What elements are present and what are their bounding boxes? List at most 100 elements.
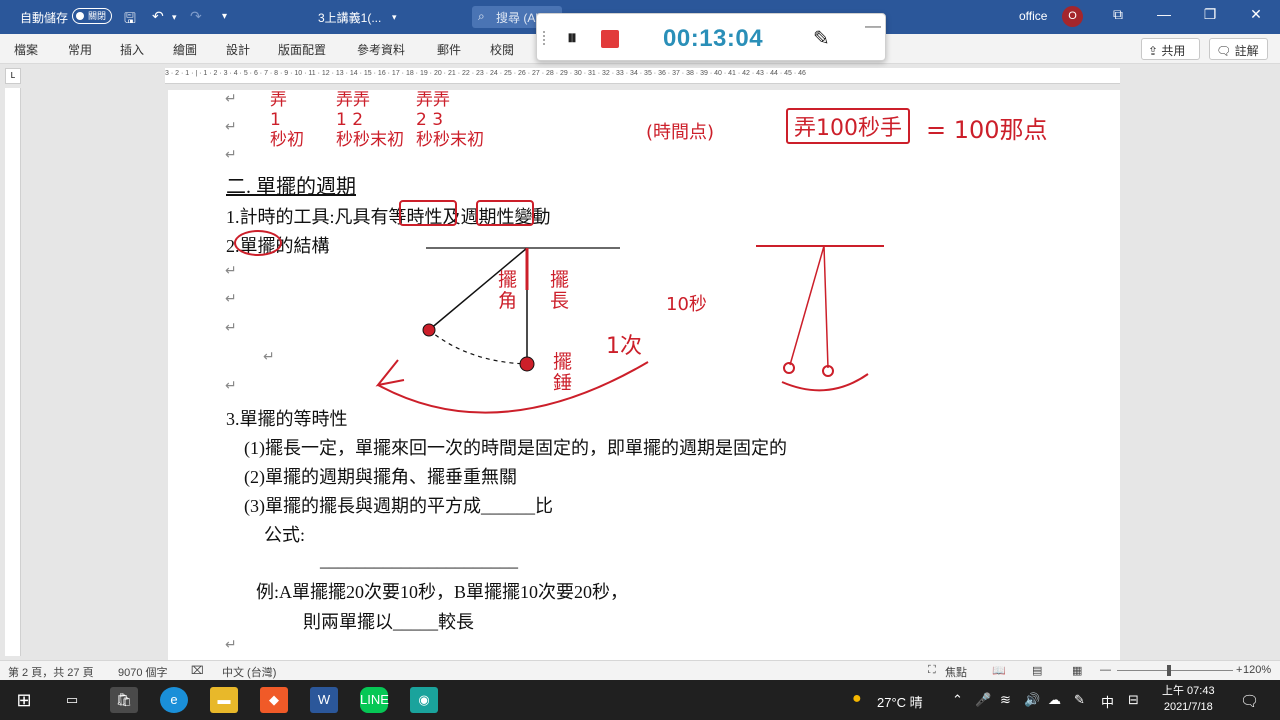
share-button[interactable]: ⇪ 共用 (1141, 38, 1200, 60)
document-title[interactable]: 3上講義1(... (318, 9, 381, 26)
ribbon-display-icon[interactable]: ⧉ (1106, 6, 1130, 23)
tab-references[interactable]: 參考資料 (357, 41, 405, 58)
comment-label: 註解 (1234, 44, 1259, 58)
paragraph-mark: ↵ (225, 636, 237, 652)
comment-icon: 🗨 (1216, 44, 1235, 58)
tab-mailings[interactable]: 郵件 (437, 41, 461, 58)
word-window: 自動儲存 關閉 🖫 ↶ ▾ ↷ ▾ 3上講義1(... ▾ ⌕ 搜尋 (Alt+… (0, 0, 1280, 720)
notification-icon[interactable]: 🗨 (1240, 692, 1259, 710)
ink-second-string-b (823, 245, 829, 369)
account-name[interactable]: office (1019, 9, 1047, 23)
doc-item-2: (2)單擺的週期與擺角、擺垂重無關 (244, 467, 517, 487)
tab-insert[interactable]: 插入 (120, 41, 144, 58)
ink-arrow (375, 359, 405, 387)
doc-item-3: (3)單擺的擺長與週期的平方成______比 (244, 496, 553, 516)
tab-layout[interactable]: 版面配置 (278, 41, 326, 58)
tab-file[interactable]: 檔案 (14, 41, 38, 58)
tab-draw[interactable]: 繪圖 (173, 41, 197, 58)
tray-overflow-icon[interactable]: ⌃ (952, 692, 963, 708)
pendulum-path-dashed (428, 329, 528, 365)
redo-icon[interactable]: ↷ (190, 8, 202, 25)
microphone-icon[interactable]: 🎤 (975, 692, 991, 708)
system-clock[interactable]: 上午 07:43 2021/7/18 (1162, 683, 1215, 715)
focus-icon[interactable]: ⛶ (928, 664, 936, 677)
edge-icon[interactable]: e (160, 687, 188, 713)
horizontal-ruler[interactable]: 3 · 2 · 1 · | · 1 · 2 · 3 · 4 · 5 · 6 · … (165, 68, 1120, 84)
weather-text[interactable]: 27°C 晴 (877, 692, 923, 711)
zoom-level[interactable]: 120% (1243, 664, 1271, 676)
ink-second-bob-a (783, 362, 795, 374)
undo-dropdown-icon[interactable]: ▾ (172, 12, 177, 23)
focus-label[interactable]: 焦點 (945, 664, 967, 680)
word-count[interactable]: 9070 個字 (118, 664, 168, 680)
tab-design[interactable]: 設計 (226, 41, 250, 58)
file-explorer-icon[interactable]: ▬ (210, 687, 238, 713)
zoom-in-icon[interactable]: + (1236, 664, 1242, 676)
line-icon[interactable]: LINE (360, 687, 389, 713)
vertical-ruler[interactable] (5, 88, 21, 656)
zoom-slider-thumb[interactable] (1167, 665, 1171, 676)
ink-label-length: 擺長 (550, 269, 570, 312)
title-dropdown-icon[interactable]: ▾ (392, 12, 397, 23)
customize-toolbar-icon[interactable]: ▾ (222, 11, 227, 22)
minimize-icon[interactable]: — (1152, 6, 1176, 22)
recorder-app-icon[interactable]: ◉ (410, 687, 438, 713)
formula-blank: ______________________ (320, 550, 518, 570)
start-icon[interactable]: ⊞ (10, 687, 38, 713)
pen-tray-icon[interactable]: ✎ (1074, 692, 1085, 708)
ink-label-once: 1次 (606, 334, 642, 359)
tab-home[interactable]: 常用 (68, 41, 92, 58)
stop-recording-button[interactable] (601, 30, 619, 48)
ink-label-10s: 10秒 (666, 294, 707, 315)
ime-indicator[interactable]: 中 (1101, 692, 1114, 711)
zoom-slider[interactable] (1117, 670, 1233, 671)
ink-second-string-a (789, 245, 825, 366)
ink-swing-arc (377, 361, 649, 414)
restore-icon[interactable]: ❐ (1198, 6, 1222, 23)
doc-item-1: (1)擺長一定，單擺來回一次的時間是固定的，即單擺的週期是固定的 (244, 438, 787, 458)
language-indicator[interactable]: 中文 (台灣) (222, 664, 276, 680)
word-icon[interactable]: W (310, 687, 338, 713)
tab-selector[interactable]: L (5, 68, 21, 84)
ime-mode-icon[interactable]: ⊟ (1128, 692, 1139, 708)
volume-icon[interactable]: 🔊 (1024, 692, 1040, 708)
recording-timer: 00:13:04 (663, 25, 764, 52)
comments-button[interactable]: 🗨 註解 (1209, 38, 1268, 60)
status-bar: 第 2 頁，共 27 頁 9070 個字 ⌧ 中文 (台灣) ⛶ 焦點 📖 ▤ … (0, 660, 1280, 680)
autosave-toggle[interactable]: 關閉 (72, 8, 112, 24)
pen-icon[interactable]: ✎ (813, 26, 830, 51)
clock-date: 2021/7/18 (1163, 701, 1213, 713)
screen-recorder-bar: ⏸ 00:13:04 ✎ — (536, 13, 886, 61)
document-page[interactable]: 弄 1 秒初 弄弄 1 2 秒秒末初 弄弄 2 3 秒秒末初 (時間点) 弄100秒手 = … (168, 90, 1120, 660)
pause-icon[interactable]: ⏸ (567, 27, 577, 50)
avatar[interactable]: O (1062, 6, 1083, 27)
pendulum-diagram (375, 245, 884, 414)
save-icon[interactable]: 🖫 (124, 8, 136, 32)
task-view-icon[interactable]: ▭ (58, 687, 86, 713)
proofing-icon[interactable]: ⌧ (191, 664, 204, 677)
brave-icon[interactable]: ◆ (260, 687, 288, 713)
page-count[interactable]: 第 2 頁，共 27 頁 (8, 664, 94, 680)
zoom-out-icon[interactable]: — (1100, 664, 1111, 676)
store-icon[interactable]: 🛍 (110, 687, 138, 713)
drag-handle[interactable] (543, 31, 547, 45)
web-layout-icon[interactable]: ▦ (1072, 664, 1082, 677)
ruler-numbers: 3 · 2 · 1 · | · 1 · 2 · 3 · 4 · 5 · 6 · … (165, 70, 806, 77)
undo-icon[interactable]: ↶ (152, 8, 164, 25)
doc-example-2: 則兩單擺以_____較長 (303, 612, 474, 632)
ink-second-arc (781, 373, 869, 392)
wifi-icon[interactable]: ≋ (1000, 692, 1011, 708)
read-mode-icon[interactable]: 📖 (992, 664, 1006, 677)
ink-label-bob: 擺錘 (553, 351, 573, 394)
pendulum-bob-rest (519, 356, 535, 372)
share-icon: ⇪ (1148, 44, 1162, 58)
cloud-icon[interactable]: ☁ (1048, 692, 1061, 708)
close-icon[interactable]: ✕ (1244, 6, 1268, 23)
doc-example: 例:A單擺擺20次要10秒，B單擺擺10次要20秒， (256, 582, 629, 602)
minimize-recorder-icon[interactable]: — (865, 18, 881, 36)
weather-icon[interactable]: ● (852, 690, 862, 708)
ink-label-angle: 擺角 (498, 269, 518, 312)
taskbar: ⊞ ▭ 🛍 e ▬ ◆ W LINE ◉ ● 27°C 晴 ⌃ 🎤 ≋ 🔊 ☁ … (0, 680, 1280, 720)
tab-review[interactable]: 校閱 (490, 41, 514, 58)
print-layout-icon[interactable]: ▤ (1032, 664, 1042, 677)
